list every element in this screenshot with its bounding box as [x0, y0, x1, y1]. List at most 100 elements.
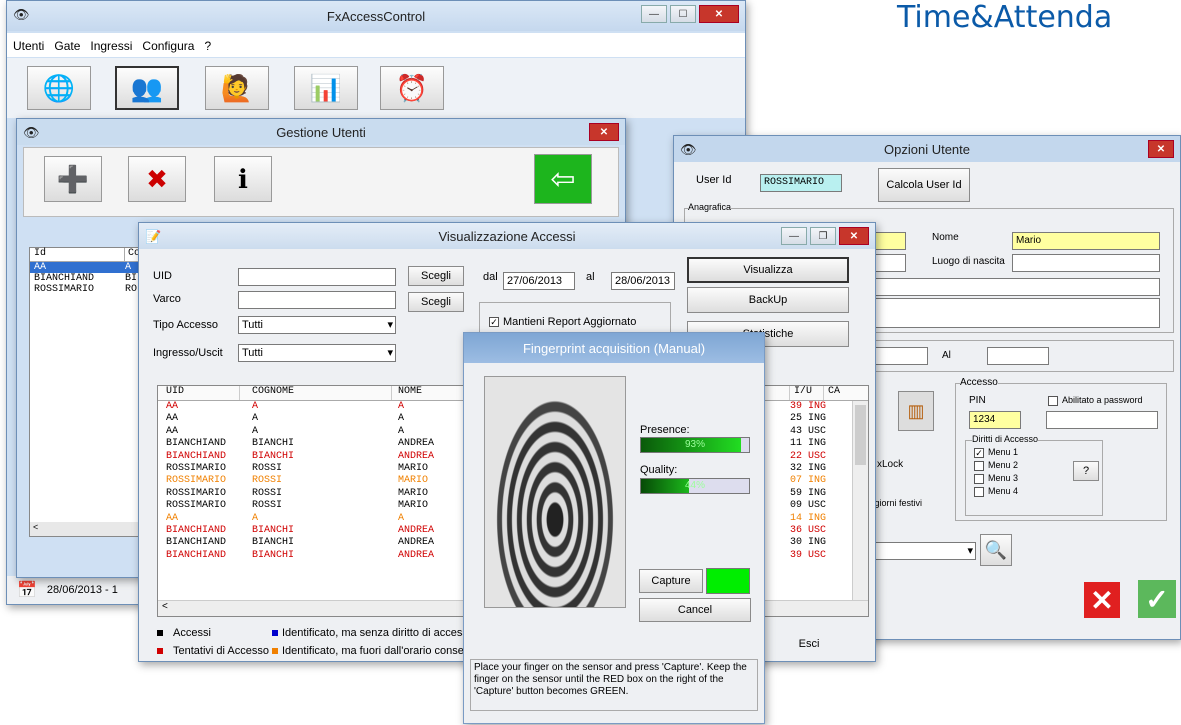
cell-uid: BIANCHIAND [166, 537, 227, 549]
legend-label: Identificato, ma fuori dall'orario conse… [282, 645, 476, 657]
visual-minimize-button[interactable]: — [781, 227, 807, 245]
note-field[interactable] [870, 298, 1160, 328]
menu-ingressi[interactable]: Ingressi [90, 39, 132, 53]
al-field[interactable] [987, 347, 1049, 365]
opzioni-close-button[interactable]: ✕ [1148, 140, 1174, 158]
capture-button[interactable]: Capture [639, 569, 703, 593]
pin-field[interactable]: 1234 [969, 411, 1021, 429]
delete-user-button[interactable]: ✖ [128, 156, 186, 202]
mantieni-checkbox[interactable]: ✓ Mantieni Report Aggiornato [489, 316, 636, 328]
fingerprint-image [484, 376, 626, 608]
cell-io: USC [808, 425, 827, 437]
menu1-checkbox[interactable]: ✓ Menu 1 [974, 447, 1018, 458]
cell-io: ING [808, 512, 827, 524]
varco-field[interactable] [238, 291, 396, 309]
search-button[interactable]: 🔍 [980, 534, 1012, 566]
cell-cog: ROSSI [252, 500, 283, 512]
pin-label: PIN [969, 395, 986, 406]
main-toolbar: 🌐 👥 🙋 📊 ⏰ [7, 58, 745, 118]
password-field[interactable] [1046, 411, 1158, 429]
exit-door-button[interactable]: ⇦ [534, 154, 592, 204]
menu4-checkbox[interactable]: Menu 4 [974, 486, 1018, 497]
user-key-button[interactable]: 🙋 [205, 66, 269, 110]
quality-bar: 44% [640, 478, 750, 494]
globe-button[interactable]: 🌐 [27, 66, 91, 110]
report-button[interactable]: 📊 [294, 66, 358, 110]
cell-n: 39 [790, 401, 803, 412]
minimize-button[interactable]: — [641, 5, 667, 23]
cell-uid: AA [166, 425, 179, 437]
col-uid[interactable]: UID [158, 386, 240, 400]
cell-io: ING [808, 401, 827, 412]
menu-gate[interactable]: Gate [54, 39, 80, 53]
users-button[interactable]: 👥 [115, 66, 179, 110]
cell-uid: ROSSIMARIO [166, 500, 227, 512]
esci-button[interactable]: Esci [759, 631, 859, 657]
vscroll-thumb[interactable] [855, 405, 866, 465]
indirizzo-field[interactable] [870, 278, 1160, 296]
menu-help-button[interactable]: ? [1073, 461, 1099, 481]
abilitato-password-checkbox[interactable]: Abilitato a password [1048, 395, 1143, 406]
abilitato-password-label: Abilitato a password [1062, 395, 1143, 405]
main-title: FxAccessControl [326, 8, 426, 24]
cell-io: ING [808, 438, 827, 450]
menu1-label: Menu 1 [988, 447, 1019, 457]
menu3-checkbox[interactable]: Menu 3 [974, 473, 1018, 484]
cell-n: 39 [790, 549, 803, 561]
cell-uid: BIANCHIAND [166, 549, 227, 561]
gestione-close-button[interactable]: ✕ [589, 123, 619, 141]
ingresso-uscita-select[interactable]: Tutti [238, 344, 396, 362]
presence-bar: 93% [640, 437, 750, 453]
status-text: 28/06/2013 - 1 [46, 584, 118, 596]
dal-label: dal [483, 271, 498, 283]
menu2-checkbox[interactable]: Menu 2 [974, 460, 1018, 471]
menu3-label: Menu 3 [988, 473, 1019, 483]
cell-cog: ROSSI [252, 475, 283, 487]
col-id[interactable]: Id [30, 248, 125, 261]
user-info-button[interactable]: ℹ [214, 156, 272, 202]
col-io[interactable]: I/U [790, 386, 824, 400]
menu-configura[interactable]: Configura [142, 39, 194, 53]
backup-button[interactable]: BackUp [687, 287, 849, 313]
col-ca[interactable]: CA [824, 386, 840, 400]
tipo-accesso-select[interactable]: Tutti [238, 316, 396, 334]
menu-utenti[interactable]: Utenti [13, 39, 44, 53]
nome-field[interactable]: Mario [1012, 232, 1160, 250]
luogo-nascita-field[interactable] [1012, 254, 1160, 272]
cancel-x-button[interactable]: ✕ [1084, 582, 1120, 618]
cell-uid: BIANCHIAND [166, 438, 227, 450]
visual-restore-button[interactable]: ❐ [810, 227, 836, 245]
cell-uid: AA [166, 413, 179, 425]
col-cognome[interactable]: COGNOME [240, 386, 392, 400]
uid-field[interactable] [238, 268, 396, 286]
legend-item: Identificato, ma fuori dall'orario conse… [272, 645, 475, 657]
dal-date-field[interactable]: 27/06/2013 [503, 272, 575, 290]
uid-scegli-button[interactable]: Scegli [408, 266, 464, 286]
visualizza-button[interactable]: Visualizza [687, 257, 849, 283]
calendar-icon: 📅 [17, 582, 37, 599]
user-time-button[interactable]: ⏰ [380, 66, 444, 110]
cell-cog: ROSSI [252, 487, 283, 499]
finger-titlebar: Fingerprint acquisition (Manual) [464, 333, 764, 363]
presence-label: Presence: [640, 424, 690, 436]
ingresso-uscita-label: Ingresso/Uscit [153, 347, 223, 359]
userid-field[interactable]: ROSSIMARIO [760, 174, 842, 192]
al-date-field[interactable]: 28/06/2013 [611, 272, 675, 290]
profile-select[interactable] [870, 542, 976, 560]
add-user-button[interactable]: ➕ [44, 156, 102, 202]
legend-swatch [272, 630, 278, 636]
legend-item: Accessi [157, 627, 211, 639]
varco-scegli-button[interactable]: Scegli [408, 292, 464, 312]
table-vscroll[interactable] [852, 401, 868, 601]
close-button[interactable]: ✕ [699, 5, 739, 23]
badge-button[interactable]: ▥ [898, 391, 934, 431]
cell-n: 11 [790, 438, 803, 450]
visual-close-button[interactable]: ✕ [839, 227, 869, 245]
dal-field[interactable] [874, 347, 928, 365]
menu-help[interactable]: ? [204, 39, 211, 53]
calcola-userid-button[interactable]: Calcola User Id [878, 168, 970, 202]
maximize-button[interactable]: ☐ [670, 5, 696, 23]
confirm-check-button[interactable]: ✓ [1138, 580, 1176, 618]
cancel-button[interactable]: Cancel [639, 598, 751, 622]
visual-title: Visualizzazione Accessi [438, 228, 576, 244]
